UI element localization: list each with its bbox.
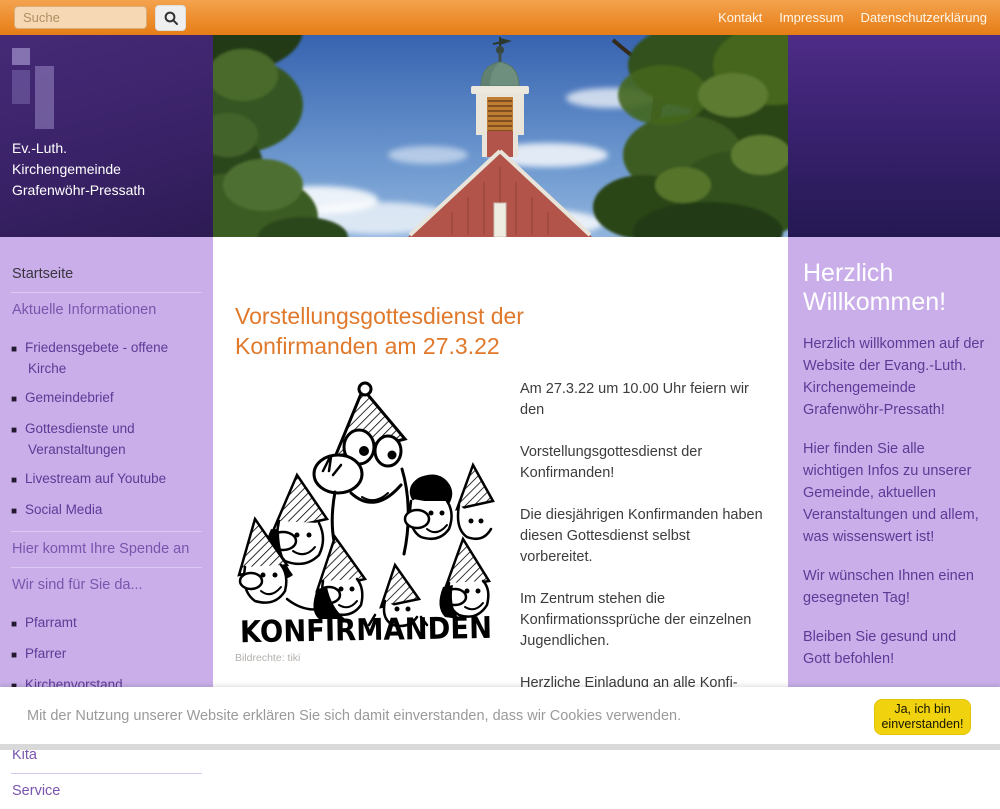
welcome-paragraph: Bleiben Sie gesund und Gott befohlen!	[803, 626, 985, 670]
sidebar-nav: Startseite Aktuelle Informationen ■Fried…	[0, 237, 213, 750]
article-paragraph: Am 27.3.22 um 10.00 Uhr feiern wir den	[520, 379, 766, 421]
bullet-icon: ■	[11, 475, 17, 486]
bullet-icon: ■	[11, 394, 17, 405]
site-logo-box: Ev.-Luth. Kirchengemeinde Grafenwöhr-Pre…	[0, 35, 213, 237]
link-impressum[interactable]: Impressum	[779, 10, 843, 25]
search-button[interactable]	[155, 5, 186, 31]
sidebar-item-livestream[interactable]: ■Livestream auf Youtube	[11, 469, 202, 490]
sidebar-item-social-media[interactable]: ■Social Media	[11, 500, 202, 521]
bullet-icon: ■	[11, 650, 17, 661]
header: Ev.-Luth. Kirchengemeinde Grafenwöhr-Pre…	[0, 35, 1000, 237]
welcome-panel: Herzlich Willkommen! Herzlich willkommen…	[788, 237, 1000, 750]
article-paragraph: Im Zentrum stehen die Konfirmationssprüc…	[520, 589, 766, 652]
site-title: Ev.-Luth. Kirchengemeinde Grafenwöhr-Pre…	[12, 138, 145, 201]
cookie-banner: Mit der Nutzung unserer Website erklären…	[0, 687, 1000, 744]
topbar: Kontakt Impressum Datenschutzerklärung	[0, 0, 1000, 35]
search-input[interactable]	[14, 6, 147, 29]
sidebar-item-aktuelle-informationen[interactable]: Aktuelle Informationen	[11, 293, 202, 328]
cookie-message: Mit der Nutzung unserer Website erklären…	[27, 708, 681, 724]
topbar-links: Kontakt Impressum Datenschutzerklärung	[718, 10, 1000, 25]
main-content: Vorstellungsgottesdienst der Konfirmande…	[213, 237, 788, 750]
sidebar-item-friedensgebete[interactable]: ■Friedensgebete - offene Kirche	[11, 338, 202, 378]
image-credit: Bildrechte: tiki	[235, 652, 497, 664]
article-text: Am 27.3.22 um 10.00 Uhr feiern wir den V…	[520, 379, 766, 736]
bullet-icon: ■	[11, 619, 17, 630]
welcome-paragraph: Herzlich willkommen auf der Website der …	[803, 333, 985, 421]
konfirmanden-cartoon: KONFIRMANDEN Bildrechte: tiki	[235, 379, 497, 736]
cartoon-caption-text: KONFIRMANDEN	[240, 611, 493, 645]
sidebar-item-spende[interactable]: Hier kommt Ihre Spende an	[11, 532, 202, 567]
welcome-paragraph: Hier finden Sie alle wichtigen Infos zu …	[803, 438, 985, 548]
sidebar-item-pfarramt[interactable]: ■Pfarramt	[11, 613, 202, 634]
bullet-icon: ■	[11, 344, 17, 355]
cookie-accept-button[interactable]: Ja, ich bin einverstanden!	[874, 699, 971, 735]
search-icon	[163, 10, 179, 26]
sidebar-item-wir-sind-fuer-sie-da[interactable]: Wir sind für Sie da...	[11, 568, 202, 603]
welcome-title: Herzlich Willkommen!	[803, 259, 985, 317]
welcome-paragraph: Wir wünschen Ihnen einen gesegneten Tag!	[803, 565, 985, 609]
sidebar-item-pfarrer[interactable]: ■Pfarrer	[11, 644, 202, 665]
link-datenschutz[interactable]: Datenschutzerklärung	[861, 10, 987, 25]
sidebar-item-gottesdienste[interactable]: ■Gottesdienste und Veranstaltungen	[11, 419, 202, 459]
sidebar-item-service[interactable]: Service	[11, 774, 202, 809]
sidebar-item-gemeindebrief[interactable]: ■Gemeindebrief	[11, 388, 202, 409]
page-title: Vorstellungsgottesdienst der Konfirmande…	[235, 301, 625, 361]
bottom-strip	[0, 744, 1000, 750]
sidebar-item-startseite[interactable]: Startseite	[11, 257, 202, 292]
hero-church-photo	[213, 35, 788, 237]
article-paragraph: Vorstellungsgottesdienst der Konfirmande…	[520, 442, 766, 484]
header-right-panel	[788, 35, 1000, 237]
link-kontakt[interactable]: Kontakt	[718, 10, 762, 25]
bullet-icon: ■	[11, 425, 17, 436]
article-paragraph: Die diesjährigen Konfirmanden haben dies…	[520, 505, 766, 568]
bullet-icon: ■	[11, 506, 17, 517]
